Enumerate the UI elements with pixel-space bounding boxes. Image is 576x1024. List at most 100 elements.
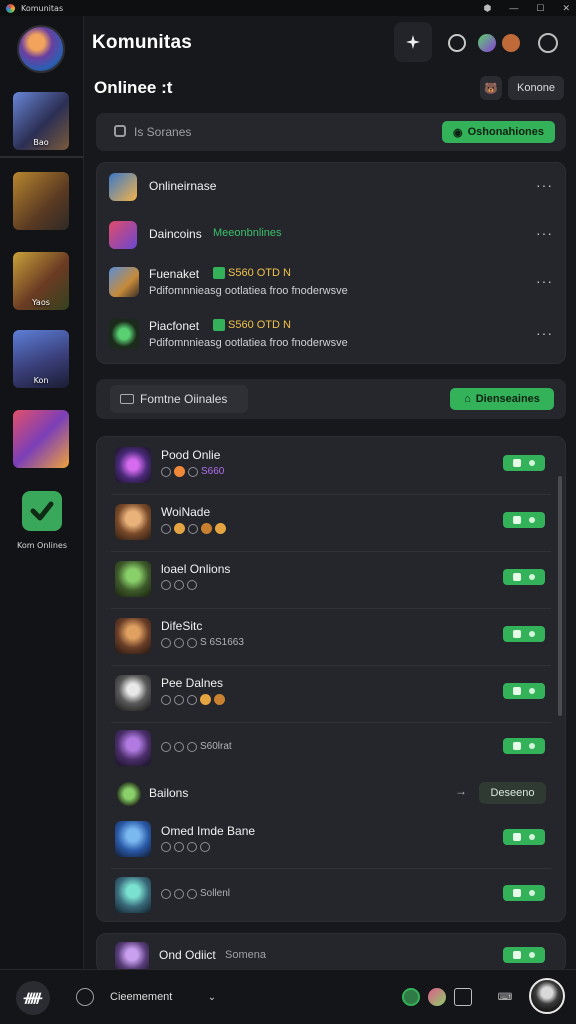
avatar: [115, 447, 151, 483]
app-home-icon[interactable]: ᚏ: [16, 981, 50, 1015]
search-icon: [114, 125, 126, 137]
feed-thumb: [109, 267, 139, 297]
scrollbar[interactable]: [558, 476, 562, 716]
invite-button[interactable]: [503, 626, 545, 642]
sidebar-game-tile-3[interactable]: Yaos: [13, 252, 69, 310]
minimize-icon[interactable]: —: [509, 3, 518, 13]
feed-item[interactable]: Onlineirnase ···: [97, 163, 565, 211]
feed-item[interactable]: Fuenaket S560 OTD N Pdifomnnieasg ootlat…: [97, 259, 565, 311]
sidebar-online-item[interactable]: Kom Onlines: [10, 491, 74, 550]
sparkle-icon: [406, 35, 420, 49]
group-action-button[interactable]: Deseeno: [479, 782, 546, 804]
app-logo-icon: [6, 3, 15, 13]
invite-button[interactable]: [503, 947, 545, 963]
list-item[interactable]: DifeSitc S 6S1663: [97, 608, 565, 665]
section-header: Onlinee :t 🐻 Konone: [94, 76, 566, 104]
avatar: [115, 504, 151, 540]
list-item[interactable]: WoiNade: [97, 494, 565, 551]
feed-price: S560 OTD N: [228, 267, 291, 279]
sidebar-game-tile-5[interactable]: [13, 410, 69, 468]
avatar: [115, 561, 151, 597]
sparkle-button[interactable]: [394, 22, 432, 62]
list-item[interactable]: loael Onlions: [97, 551, 565, 608]
window-title: Komunitas: [21, 3, 64, 13]
check-icon: [22, 491, 62, 531]
filter-bar: Fomtne Oiinales ⌂ Dienseaines: [96, 379, 566, 419]
more-options-icon[interactable]: ···: [536, 177, 553, 193]
avatar: [115, 877, 151, 913]
footer-bar: ᚏ Cieemement ⌄ ⌨: [0, 969, 576, 1024]
filter-chip[interactable]: Fomtne Oiinales: [110, 385, 248, 413]
feed-thumb: [109, 319, 139, 349]
sidebar-game-tile-2[interactable]: [13, 172, 69, 230]
invite-button[interactable]: [503, 512, 545, 528]
feed-price: S560 OTD N: [228, 319, 291, 331]
invite-button[interactable]: [503, 455, 545, 471]
section-title: Onlinee :t: [94, 78, 173, 97]
list-item[interactable]: Pee Dalnes: [97, 665, 565, 722]
feed-card: Onlineirnase ··· Daincoins Meeonbnlines …: [96, 162, 566, 364]
settings-icon[interactable]: [538, 33, 558, 53]
title-bar: Komunitas ⬢ — ☐ ✕: [0, 0, 576, 16]
list-item[interactable]: Sollenl: [97, 868, 565, 921]
sidebar-game-tile-4[interactable]: Kon: [13, 330, 69, 388]
maximize-icon[interactable]: ☐: [536, 3, 544, 14]
feed-tag: Meeonbnlines: [213, 227, 282, 239]
more-options-icon[interactable]: ···: [536, 273, 553, 289]
footer-status: Cieemement: [110, 991, 173, 1003]
section-action-button[interactable]: Konone: [508, 76, 564, 100]
sidebar-game-tile-1[interactable]: Bao: [13, 92, 69, 150]
list-item[interactable]: S60lrat: [97, 722, 565, 776]
avatar: [115, 821, 151, 857]
feed-thumb: [109, 221, 137, 249]
chat-icon: ◉: [452, 126, 463, 139]
feed-thumb: [109, 173, 137, 201]
search-action-button[interactable]: ◉ Oshonahiones: [442, 121, 555, 143]
arrow-right-icon[interactable]: →: [455, 784, 467, 798]
feed-item[interactable]: Piacfonet S560 OTD N Pdifomnnieasg ootla…: [97, 311, 565, 363]
group-icon: [117, 782, 141, 806]
verified-icon: [213, 319, 225, 331]
list-item[interactable]: Omed Imde Bane: [97, 812, 565, 868]
chevron-down-icon[interactable]: ⌄: [203, 988, 221, 1006]
list-item[interactable]: Pood Onlie S660: [97, 437, 565, 494]
profile-icon[interactable]: 🐻: [480, 76, 502, 100]
game-badge-icon[interactable]: [478, 34, 496, 52]
refresh-icon[interactable]: [448, 34, 466, 52]
lock-icon: ⌂: [464, 393, 471, 405]
more-options-icon[interactable]: ···: [536, 225, 553, 241]
close-icon[interactable]: ✕: [562, 3, 570, 14]
game-icon[interactable]: [428, 988, 446, 1006]
image-icon: [120, 394, 134, 404]
avatar: [115, 618, 151, 654]
page-title: Komunitas: [92, 32, 192, 53]
online-status-icon[interactable]: [402, 988, 420, 1006]
invite-button[interactable]: [503, 683, 545, 699]
list-card-partial: Ond Odiict Somena: [96, 933, 566, 973]
verified-icon: [213, 267, 225, 279]
sidebar-divider: [0, 156, 84, 158]
sidebar: Bao Yaos Kon Kom Onlines: [0, 16, 84, 969]
user-avatar[interactable]: [17, 25, 65, 73]
invite-button[interactable]: [503, 738, 545, 754]
grid-icon[interactable]: [454, 988, 472, 1006]
group-header: Bailons → Deseeno: [97, 776, 565, 812]
list-item[interactable]: Ond Odiict Somena: [97, 934, 565, 972]
header: Komunitas: [84, 16, 576, 70]
friends-list: Pood Onlie S660 WoiNade loael Onlions Di…: [96, 436, 566, 922]
avatar: [115, 675, 151, 711]
search-input[interactable]: Is Soranes: [134, 125, 191, 139]
character-icon[interactable]: [502, 34, 520, 52]
invite-button[interactable]: [503, 569, 545, 585]
clock-icon[interactable]: [76, 988, 94, 1006]
more-options-icon[interactable]: ···: [536, 325, 553, 341]
controller-icon[interactable]: ⌨: [496, 988, 514, 1006]
search-bar: Is Soranes ◉ Oshonahiones: [96, 113, 566, 151]
invite-button[interactable]: [503, 829, 545, 845]
feed-item[interactable]: Daincoins Meeonbnlines ···: [97, 211, 565, 259]
pin-icon[interactable]: ⬢: [484, 3, 492, 14]
avatar: [115, 730, 151, 766]
invite-button[interactable]: [503, 885, 545, 901]
profile-avatar[interactable]: [529, 978, 565, 1014]
filter-action-button[interactable]: ⌂ Dienseaines: [450, 388, 554, 410]
